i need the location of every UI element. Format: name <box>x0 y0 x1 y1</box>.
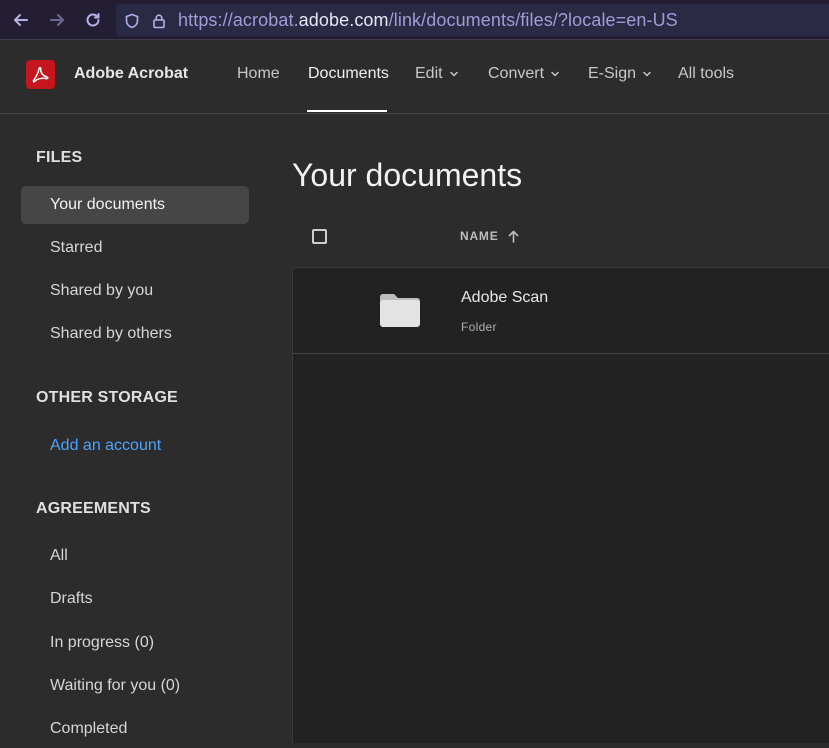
chevron-down-icon <box>449 71 458 77</box>
address-bar[interactable]: https://acrobat.adobe.com/link/documents… <box>116 4 829 36</box>
add-account-link[interactable]: Add an account <box>21 427 249 465</box>
sidebar-item-label: Drafts <box>50 590 93 607</box>
nav-documents-label: Documents <box>308 65 389 82</box>
url-host: adobe.com <box>298 10 389 30</box>
sidebar-item-label: Starred <box>50 239 103 256</box>
main-content: Your documents NAME Adobe Scan Folder <box>270 114 829 743</box>
active-tab-indicator <box>307 110 387 112</box>
nav-edit-label: Edit <box>415 65 443 82</box>
chevron-down-icon <box>643 71 651 77</box>
sidebar-item-shared-by-you[interactable]: Shared by you <box>21 272 249 310</box>
sidebar-item-label: Waiting for you (0) <box>50 677 181 694</box>
select-all-checkbox[interactable] <box>312 229 327 244</box>
sidebar-item-label: Shared by others <box>50 325 172 342</box>
sidebar-item-all[interactable]: All <box>21 537 249 575</box>
files-heading: FILES <box>36 149 83 166</box>
sidebar-item-in-progress[interactable]: In progress (0) <box>21 624 249 662</box>
sidebar-item-drafts[interactable]: Drafts <box>21 580 249 618</box>
back-icon[interactable] <box>9 8 33 32</box>
item-type: Folder <box>461 320 497 334</box>
shield-icon[interactable] <box>124 13 140 29</box>
sidebar-item-label: Shared by you <box>50 282 154 299</box>
agreements-heading: AGREEMENTS <box>36 500 151 517</box>
nav-all-tools-label: All tools <box>678 65 735 82</box>
url-text[interactable]: https://acrobat.adobe.com/link/documents… <box>178 10 678 31</box>
nav-all-tools[interactable]: All tools <box>678 65 734 83</box>
nav-convert[interactable]: Convert <box>488 65 560 83</box>
sidebar-item-waiting-for-you[interactable]: Waiting for you (0) <box>21 667 249 705</box>
sidebar: FILES Your documents Starred Shared by y… <box>0 114 270 743</box>
folder-icon <box>380 294 420 327</box>
sidebar-item-shared-by-others[interactable]: Shared by others <box>21 315 249 353</box>
reload-icon[interactable] <box>81 8 105 32</box>
nav-documents[interactable]: Documents <box>308 65 389 83</box>
chevron-down-icon <box>551 71 559 77</box>
nav-esign-label: E-Sign <box>588 65 637 82</box>
browser-toolbar: https://acrobat.adobe.com/link/documents… <box>0 0 829 40</box>
page-title: Your documents <box>292 157 523 193</box>
sidebar-item-label: In progress (0) <box>50 634 155 651</box>
nav-home-label: Home <box>237 65 280 82</box>
item-name: Adobe Scan <box>461 289 549 306</box>
nav-convert-label: Convert <box>488 65 545 82</box>
arrow-up-icon <box>508 230 518 243</box>
app-name[interactable]: Adobe Acrobat <box>74 65 188 83</box>
url-suffix: /link/documents/files/?locale=en-US <box>388 10 678 30</box>
add-account-label: Add an account <box>50 437 162 454</box>
column-header-name[interactable]: NAME <box>460 229 519 243</box>
other-storage-heading: OTHER STORAGE <box>36 389 178 406</box>
sidebar-item-label: All <box>50 547 68 564</box>
lock-icon[interactable] <box>151 13 167 29</box>
app-header: Adobe Acrobat Home Documents Edit Conver… <box>0 40 829 114</box>
document-list: Adobe Scan Folder <box>292 267 829 743</box>
column-header-label: NAME <box>460 229 499 243</box>
forward-icon[interactable] <box>45 8 69 32</box>
sidebar-item-your-documents[interactable]: Your documents <box>21 186 249 224</box>
sidebar-item-completed[interactable]: Completed <box>21 710 249 748</box>
nav-edit[interactable]: Edit <box>415 65 459 83</box>
acrobat-logo-icon[interactable] <box>26 60 55 89</box>
nav-esign[interactable]: E-Sign <box>588 65 652 83</box>
list-item[interactable]: Adobe Scan Folder <box>293 268 829 354</box>
url-prefix: https://acrobat. <box>178 10 299 30</box>
sidebar-item-label: Your documents <box>50 196 166 213</box>
sidebar-item-label: Completed <box>50 720 128 737</box>
sidebar-item-starred[interactable]: Starred <box>21 229 249 267</box>
nav-home[interactable]: Home <box>237 65 280 83</box>
